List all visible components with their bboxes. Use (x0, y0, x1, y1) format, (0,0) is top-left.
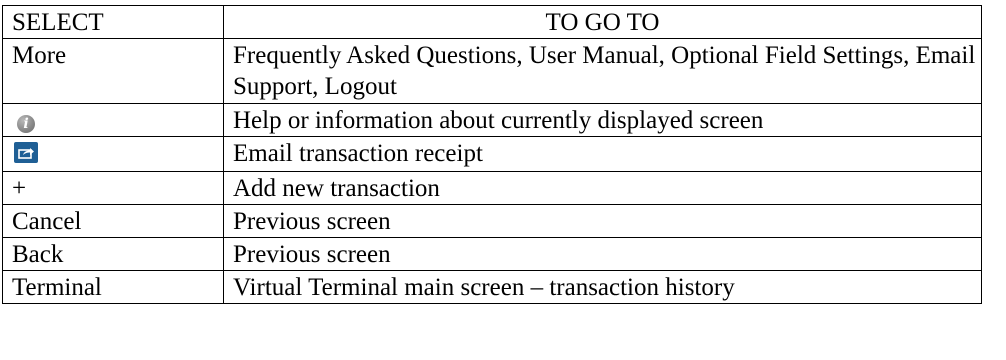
table-row: Terminal Virtual Terminal main screen – … (2, 270, 982, 304)
header-go-to: TO GO TO (223, 5, 982, 39)
select-cell-back: Back (2, 237, 224, 271)
select-cell-cancel: Cancel (2, 204, 224, 238)
table-row: Back Previous screen (2, 237, 982, 271)
select-cell-info: i (2, 103, 224, 137)
navigation-reference-table: SELECT TO GO TO More Frequently Asked Qu… (2, 5, 982, 304)
table-row: Email transaction receipt (2, 136, 982, 172)
select-cell-more: More (2, 38, 224, 104)
goto-cell: Email transaction receipt (223, 136, 982, 172)
table-row: + Add new transaction (2, 171, 982, 205)
select-cell-plus: + (2, 171, 224, 205)
goto-cell: Previous screen (223, 204, 982, 238)
table-row: Cancel Previous screen (2, 204, 982, 238)
goto-cell: Previous screen (223, 237, 982, 271)
select-cell-share (2, 136, 224, 172)
table-row: More Frequently Asked Questions, User Ma… (2, 38, 982, 104)
goto-cell: Help or information about currently disp… (223, 103, 982, 137)
select-cell-terminal: Terminal (2, 270, 224, 304)
header-select: SELECT (2, 5, 224, 39)
share-icon (14, 142, 38, 163)
info-icon: i (17, 115, 35, 133)
table-row: i Help or information about currently di… (2, 103, 982, 137)
goto-cell: Virtual Terminal main screen – transacti… (223, 270, 982, 304)
table-header-row: SELECT TO GO TO (2, 5, 982, 39)
goto-cell: Frequently Asked Questions, User Manual,… (223, 38, 982, 104)
goto-cell: Add new transaction (223, 171, 982, 205)
